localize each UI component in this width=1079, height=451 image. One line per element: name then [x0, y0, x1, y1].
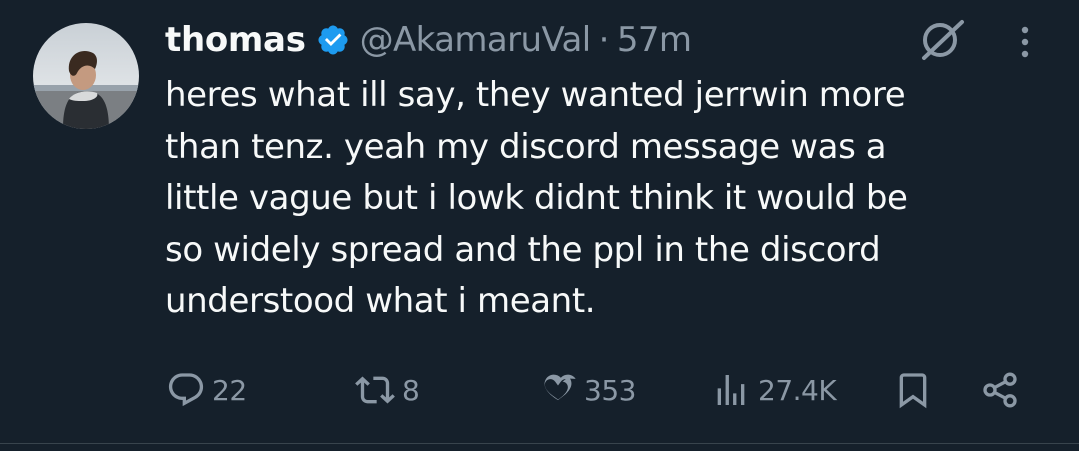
tweet-text-line: than tenz. yeah my discord message was a: [165, 126, 887, 167]
avatar-image: [33, 23, 139, 129]
bookmark-icon: [899, 373, 927, 409]
retweet-button[interactable]: 8: [354, 360, 420, 420]
retweet-count: 8: [402, 373, 420, 407]
views-button[interactable]: 27.4K: [710, 360, 837, 420]
display-name[interactable]: thomas: [165, 20, 306, 60]
avatar[interactable]: [33, 23, 139, 129]
tweet-text-line: little vague but i lowk didnt think it w…: [165, 178, 908, 218]
views-count: 27.4K: [758, 373, 837, 407]
bookmark-button[interactable]: [893, 360, 933, 420]
divider: [0, 443, 1079, 444]
tweet-text-line: so widely spread and the ppl in the disc…: [165, 229, 881, 270]
reply-button[interactable]: 22: [166, 360, 247, 420]
like-icon: [544, 374, 576, 401]
tweet-text: heres what ill say, they wanted jerrwin …: [165, 70, 1055, 328]
reply-count: 22: [212, 373, 247, 407]
grok-icon[interactable]: [918, 18, 966, 62]
verified-badge-icon[interactable]: [316, 23, 350, 57]
action-bar: 22 8 353 27.4K: [0, 360, 1079, 420]
more-icon[interactable]: [1010, 22, 1040, 62]
retweet-icon: [355, 376, 395, 404]
handle[interactable]: @AkamaruVal: [360, 20, 592, 60]
tweet-text-line: understood what i meant.: [165, 281, 596, 321]
share-button[interactable]: [980, 360, 1020, 420]
like-button[interactable]: 353: [538, 360, 636, 420]
tweet[interactable]: thomas @AkamaruVal · 57m heres what ill …: [0, 0, 1079, 451]
share-icon: [983, 372, 1017, 408]
tweet-header: thomas @AkamaruVal · 57m: [165, 14, 692, 66]
views-icon: [717, 375, 745, 405]
separator-dot: ·: [598, 20, 610, 60]
timestamp[interactable]: 57m: [617, 20, 692, 60]
tweet-text-line: heres what ill say, they wanted jerrwin …: [165, 75, 906, 115]
like-count: 353: [584, 373, 636, 407]
reply-icon: [168, 373, 204, 407]
